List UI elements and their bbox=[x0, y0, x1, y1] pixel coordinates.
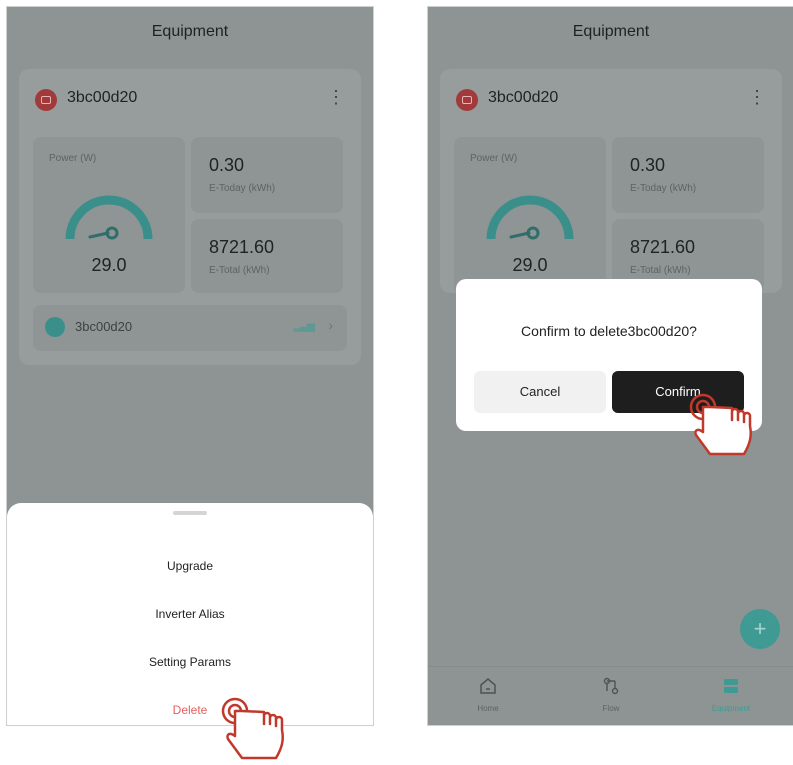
device-card-header: 3bc00d20 ⋮ bbox=[35, 87, 345, 115]
e-total-value: 8721.60 bbox=[630, 237, 696, 257]
power-value: 29.0 bbox=[91, 255, 127, 275]
page-title: Equipment bbox=[151, 23, 229, 40]
action-sheet: Upgrade Inverter Alias Setting Params De… bbox=[7, 503, 373, 725]
bottom-tab-bar: Home Flow Equipment bbox=[428, 666, 793, 725]
tab-flow[interactable]: Flow bbox=[571, 675, 651, 713]
phone-screen-right: Equipment 3bc00d20 ⋮ Power (W) 29.0 0.30… bbox=[427, 6, 793, 726]
sheet-handle[interactable] bbox=[173, 511, 207, 515]
datalogger-icon bbox=[45, 317, 65, 337]
cancel-button[interactable]: Cancel bbox=[474, 371, 606, 413]
device-name: 3bc00d20 bbox=[488, 89, 559, 106]
home-icon bbox=[480, 678, 496, 694]
e-total-label: E-Total (kWh) bbox=[630, 265, 691, 276]
inverter-icon bbox=[35, 89, 57, 111]
signal-icon: ▂▃▅ bbox=[293, 320, 315, 332]
power-label: Power (W) bbox=[49, 153, 97, 164]
phone-screen-left: Equipment 3bc00d20 ⋮ Power (W) 29.0 0.30… bbox=[6, 6, 374, 726]
e-today-panel: 0.30 E-Today (kWh) bbox=[612, 137, 764, 213]
power-label: Power (W) bbox=[470, 153, 518, 164]
power-value: 29.0 bbox=[512, 255, 548, 275]
sub-device-name: 3bc00d20 bbox=[75, 319, 133, 334]
equipment-icon bbox=[724, 679, 738, 693]
e-today-label: E-Today (kWh) bbox=[630, 183, 697, 194]
e-total-panel: 8721.60 E-Total (kWh) bbox=[191, 219, 343, 293]
power-panel: Power (W) 29.0 bbox=[454, 137, 606, 293]
inverter-alias-option[interactable]: Inverter Alias bbox=[7, 607, 373, 621]
e-today-value: 0.30 bbox=[209, 155, 245, 175]
page-title: Equipment bbox=[572, 23, 650, 40]
setting-params-option[interactable]: Setting Params bbox=[7, 655, 373, 669]
e-total-label: E-Total (kWh) bbox=[209, 265, 270, 276]
tap-hand-icon bbox=[689, 393, 752, 456]
e-today-value: 0.30 bbox=[630, 155, 666, 175]
power-panel: Power (W) 29.0 bbox=[33, 137, 185, 293]
delete-option[interactable]: Delete bbox=[7, 703, 373, 717]
more-options-icon[interactable]: ⋮ bbox=[748, 87, 766, 108]
sub-device-row[interactable]: 3bc00d20 ▂▃▅ › bbox=[33, 305, 347, 351]
upgrade-option[interactable]: Upgrade bbox=[7, 559, 373, 573]
device-card[interactable]: 3bc00d20 ⋮ Power (W) 29.0 0.30 E-Today (… bbox=[440, 69, 782, 293]
more-options-icon[interactable]: ⋮ bbox=[327, 87, 345, 108]
add-device-button[interactable]: + bbox=[740, 609, 780, 649]
flow-icon bbox=[603, 677, 619, 695]
power-gauge-icon bbox=[65, 195, 153, 240]
inverter-icon bbox=[456, 89, 478, 111]
e-today-label: E-Today (kWh) bbox=[209, 183, 276, 194]
e-today-panel: 0.30 E-Today (kWh) bbox=[191, 137, 343, 213]
device-card[interactable]: 3bc00d20 ⋮ Power (W) 29.0 0.30 E-Today (… bbox=[19, 69, 361, 365]
tab-home[interactable]: Home bbox=[448, 675, 528, 713]
tab-equipment-label: Equipment bbox=[711, 704, 751, 713]
tab-home-label: Home bbox=[477, 704, 499, 713]
tab-equipment[interactable]: Equipment bbox=[691, 675, 771, 713]
chevron-right-icon: › bbox=[328, 317, 333, 333]
power-gauge-icon bbox=[486, 195, 574, 240]
tab-flow-label: Flow bbox=[602, 704, 620, 713]
device-name: 3bc00d20 bbox=[67, 89, 138, 106]
e-total-value: 8721.60 bbox=[209, 237, 275, 257]
dialog-message: Confirm to delete3bc00d20? bbox=[521, 323, 697, 339]
tap-hand-icon bbox=[221, 697, 284, 760]
device-card-header: 3bc00d20 ⋮ bbox=[456, 87, 766, 115]
